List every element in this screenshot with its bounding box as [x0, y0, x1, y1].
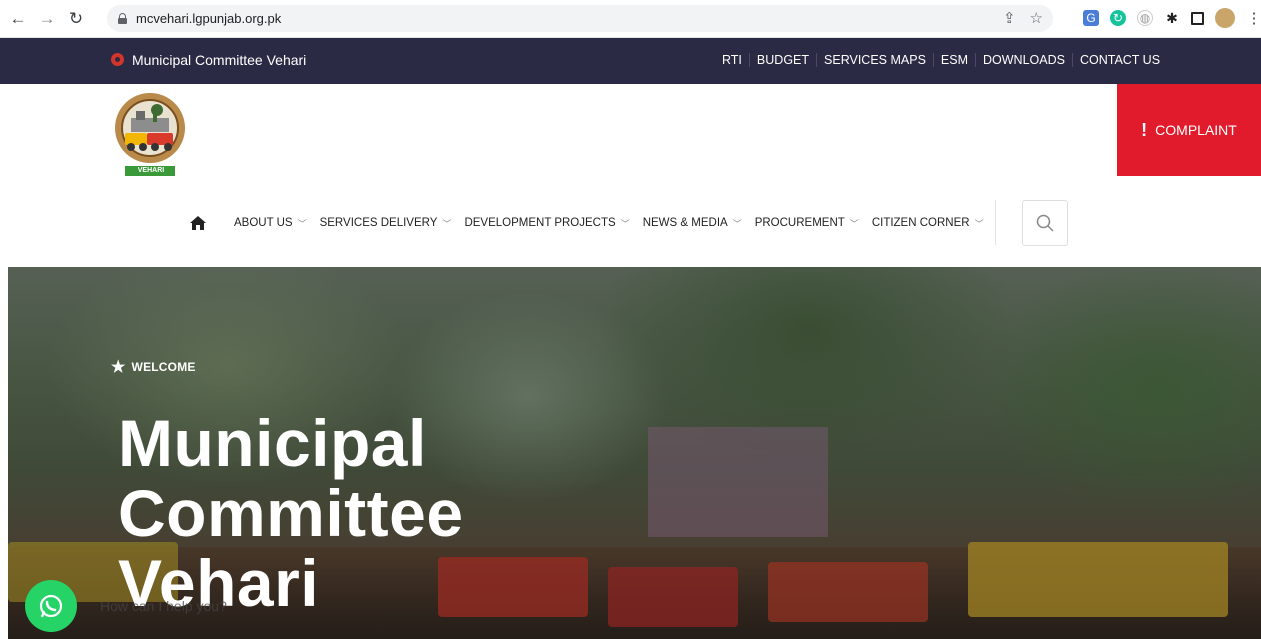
logo-caption: VEHARI [137, 167, 165, 174]
top-link-esm[interactable]: ESM [932, 53, 975, 67]
welcome-label: WELCOME [131, 360, 196, 374]
hero-title-line: Municipal [118, 406, 427, 480]
top-link-budget[interactable]: BUDGET [748, 53, 816, 67]
globe-extension-icon[interactable]: ◍ [1137, 10, 1153, 26]
chevron-down-icon: ﹀ [849, 218, 859, 229]
nav-item-development-projects[interactable]: DEVELOPMENT PROJECTS ﹀ [464, 217, 629, 230]
lock-icon[interactable] [118, 13, 127, 24]
site-name-label[interactable]: Municipal Committee Vehari [132, 52, 306, 68]
nav-item-about-us[interactable]: ABOUT US ﹀ [234, 217, 307, 230]
search-icon [1036, 214, 1054, 232]
back-arrow-icon[interactable]: ← [7, 8, 29, 30]
nav-label: ABOUT US [234, 217, 293, 229]
puzzle-extensions-icon[interactable]: ✱ [1164, 10, 1180, 26]
grammar-extension-icon[interactable]: ↻ [1110, 10, 1126, 26]
bookmark-star-icon[interactable]: ☆ [1030, 9, 1043, 27]
hero-title: Municipal Committee Vehari [118, 408, 638, 618]
site-logo[interactable]: VEHARI [113, 92, 187, 180]
whatsapp-prompt[interactable]: How can I help you? [100, 598, 227, 614]
menu-dots-icon[interactable]: ⋮ [1246, 10, 1261, 27]
chevron-down-icon: ﹀ [620, 218, 630, 229]
location-pin-icon [111, 52, 124, 68]
nav-item-services-delivery[interactable]: SERVICES DELIVERY ﹀ [320, 217, 452, 230]
nav-label: SERVICES DELIVERY [319, 217, 438, 229]
chevron-down-icon: ﹀ [732, 218, 742, 229]
complaint-label: COMPLAINT [1155, 122, 1237, 138]
home-icon[interactable] [190, 216, 206, 230]
site-name[interactable]: Municipal Committee Vehari [111, 52, 306, 68]
share-icon[interactable]: ⇪ [1003, 9, 1016, 27]
search-button[interactable] [1022, 200, 1068, 246]
nav-label: CITIZEN CORNER [871, 217, 970, 229]
chevron-down-icon: ﹀ [442, 218, 452, 229]
exclamation-icon: ! [1141, 119, 1148, 140]
top-link-rti[interactable]: RTI [715, 53, 749, 67]
address-bar[interactable]: mcvehari.lgpunjab.org.pk ⇪ ☆ [107, 5, 1053, 32]
star-icon: ★ [111, 359, 126, 376]
side-panel-icon[interactable] [1191, 11, 1204, 25]
nav-label: PROCUREMENT [754, 217, 845, 229]
top-link-downloads[interactable]: DOWNLOADS [975, 53, 1072, 67]
top-strip: Municipal Committee Vehari RTI BUDGET SE… [0, 38, 1261, 84]
nav-item-procurement[interactable]: PROCUREMENT ﹀ [755, 217, 859, 230]
whatsapp-chat-button[interactable] [25, 580, 77, 632]
top-link-services-maps[interactable]: SERVICES MAPS [816, 53, 933, 67]
nav-label: NEWS & MEDIA [642, 217, 728, 229]
hero-title-line: Committee [118, 476, 464, 550]
translate-extension-icon[interactable]: G [1083, 10, 1099, 26]
site-header: VEHARI ! COMPLAINT ABOUT US ﹀ SERVICES DE… [0, 84, 1261, 267]
nav-item-news-media[interactable]: NEWS & MEDIA ﹀ [643, 217, 742, 230]
whatsapp-icon [39, 594, 63, 618]
nav-item-citizen-corner[interactable]: CITIZEN CORNER ﹀ [872, 217, 984, 230]
browser-toolbar: ← → ↻ mcvehari.lgpunjab.org.pk ⇪ ☆ G ↻ ◍… [0, 0, 1261, 38]
main-nav: ABOUT US ﹀ SERVICES DELIVERY ﹀ DEVELOPMENT… [190, 214, 997, 232]
hero-eyebrow: ★ WELCOME [111, 357, 196, 377]
chevron-down-icon: ﹀ [974, 218, 984, 229]
nav-divider [995, 200, 996, 245]
profile-avatar-icon[interactable] [1215, 8, 1235, 28]
reload-icon[interactable]: ↻ [65, 8, 87, 30]
top-link-contact-us[interactable]: CONTACT US [1071, 53, 1167, 67]
nav-label: DEVELOPMENT PROJECTS [464, 217, 616, 229]
url-text[interactable]: mcvehari.lgpunjab.org.pk [136, 11, 281, 26]
forward-arrow-icon[interactable]: → [36, 8, 58, 30]
top-links: RTI BUDGET SERVICES MAPS ESM DOWNLOADS C… [715, 53, 1167, 67]
complaint-button[interactable]: ! COMPLAINT [1117, 84, 1261, 176]
chevron-down-icon: ﹀ [297, 218, 307, 229]
